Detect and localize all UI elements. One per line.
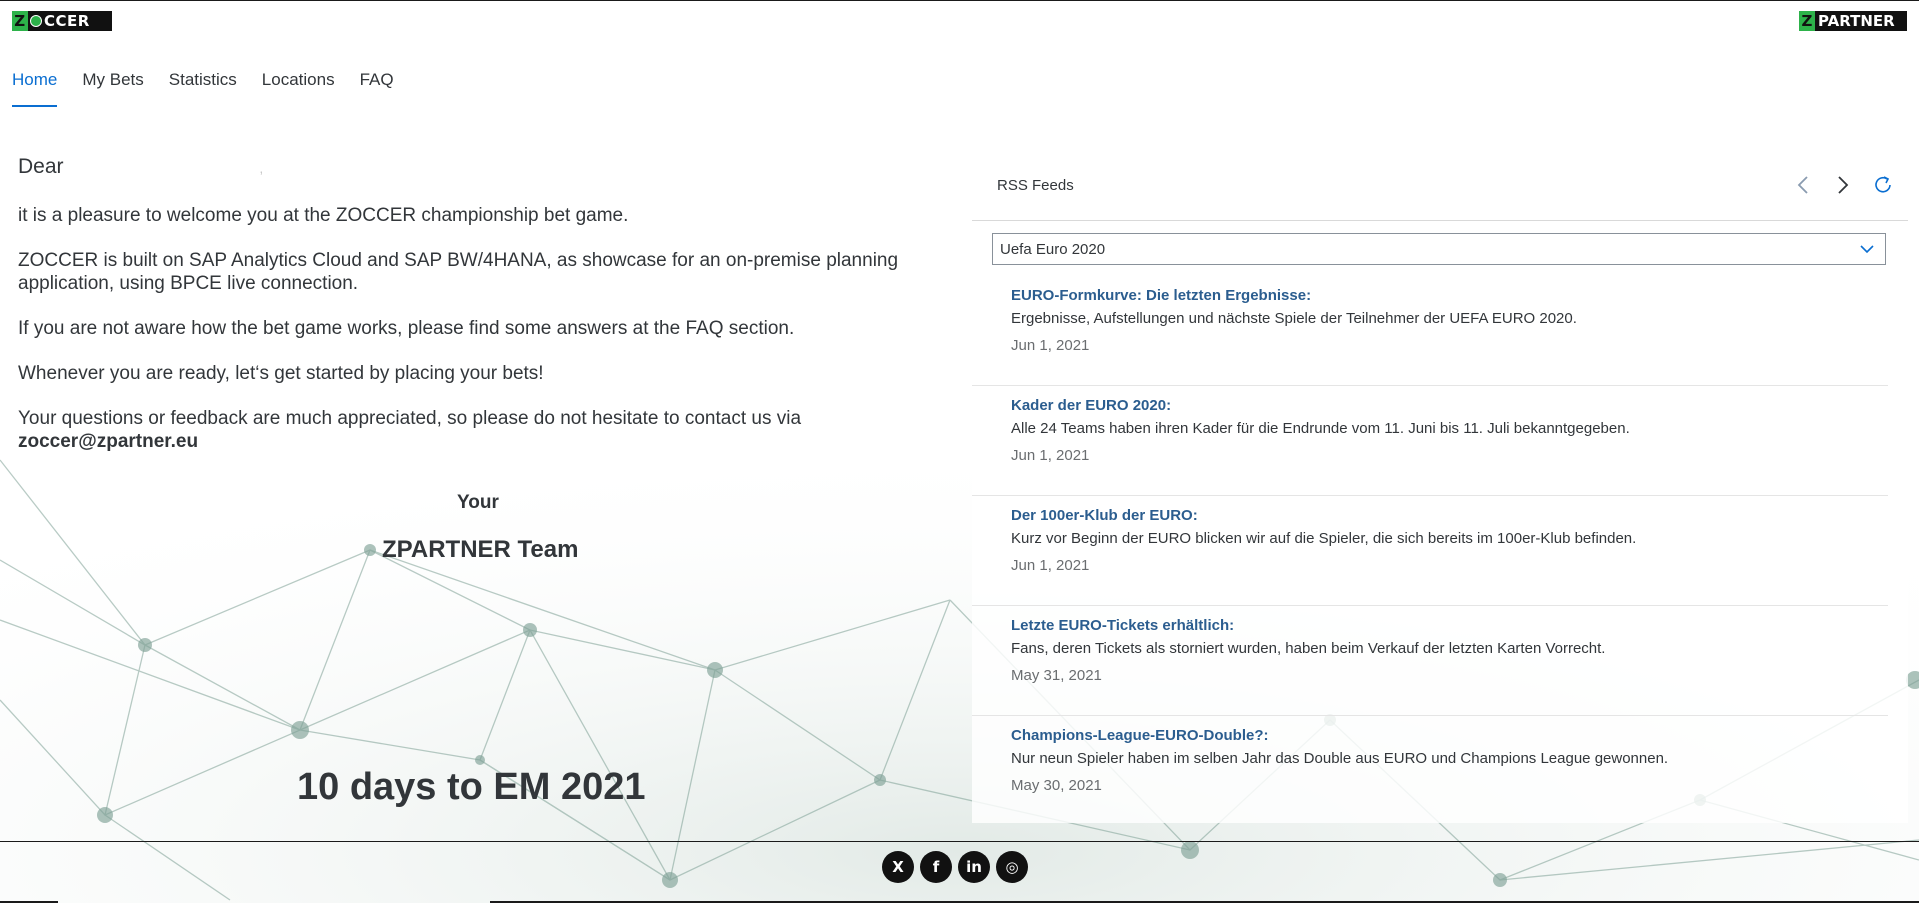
tab-my-bets[interactable]: My Bets <box>82 68 143 106</box>
rss-feeds-panel: RSS Feeds Uefa Euro 2020 EURO-Formkurve:… <box>972 160 1908 823</box>
tab-home[interactable]: Home <box>12 68 58 107</box>
feed-select[interactable]: Uefa Euro 2020 <box>992 233 1886 265</box>
feed-item-title[interactable]: Kader der EURO 2020: <box>1011 397 1888 414</box>
rss-controls <box>1792 174 1894 196</box>
zoccer-logo-z: Z <box>12 11 28 31</box>
tab-faq[interactable]: FAQ <box>360 68 394 106</box>
feed-item-title[interactable]: Letzte EURO-Tickets erhältlich: <box>1011 617 1888 634</box>
feed-item-date: Jun 1, 2021 <box>1011 447 1090 464</box>
feed-item-date: May 31, 2021 <box>1011 667 1102 684</box>
feed-item-description: Kurz vor Beginn der EURO blicken wir auf… <box>1011 530 1637 547</box>
linkedin-icon[interactable]: in <box>958 851 990 883</box>
footer-divider <box>0 841 1919 842</box>
feed-item-description: Alle 24 Teams haben ihren Kader für die … <box>1011 420 1630 437</box>
feed-item[interactable]: Der 100er-Klub der EURO: Kurz vor Beginn… <box>972 496 1888 606</box>
user-name-redacted <box>69 172 259 173</box>
zpartner-logo-text: PARTNER <box>1818 12 1895 30</box>
tab-locations[interactable]: Locations <box>262 68 335 106</box>
feed-item-description: Nur neun Spieler haben im selben Jahr da… <box>1011 750 1669 767</box>
feed-item-description: Ergebnisse, Aufstellungen und nächste Sp… <box>1011 310 1577 327</box>
feed-item[interactable]: Letzte EURO-Tickets erhältlich: Fans, de… <box>972 606 1888 716</box>
greeting-word: Dear <box>18 155 64 178</box>
feed-list: EURO-Formkurve: Die letzten Ergebnisse: … <box>972 276 1888 826</box>
social-links: X f in ◎ <box>882 851 1028 883</box>
facebook-icon[interactable]: f <box>920 851 952 883</box>
zoccer-logo-text: CCER <box>44 12 90 30</box>
feed-item-description: Fans, deren Tickets als storniert wurden… <box>1011 640 1606 657</box>
feed-item-date: Jun 1, 2021 <box>1011 557 1090 574</box>
feed-select-value: Uefa Euro 2020 <box>1000 241 1106 258</box>
feed-item-title[interactable]: Champions-League-EURO-Double?: <box>1011 727 1888 744</box>
welcome-paragraph-1: it is a pleasure to welcome you at the Z… <box>18 205 629 226</box>
contact-email-link[interactable]: zoccer@zpartner.eu <box>18 431 198 452</box>
top-border <box>0 0 1919 1</box>
chevron-left-icon <box>1797 176 1808 194</box>
signature-team: ZPARTNER Team <box>382 536 579 563</box>
welcome-paragraph-3: If you are not aware how the bet game wo… <box>18 318 795 339</box>
next-button[interactable] <box>1832 174 1854 196</box>
chevron-down-icon[interactable] <box>1857 239 1877 259</box>
contact-text: Your questions or feedback are much appr… <box>18 408 802 429</box>
zpartner-logo[interactable]: Z PARTNER <box>1799 11 1907 31</box>
feed-item[interactable]: Kader der EURO 2020: Alle 24 Teams haben… <box>972 386 1888 496</box>
countdown-text: 10 days to EM 2021 <box>297 766 646 808</box>
welcome-paragraph-4: Whenever you are ready, let‘s get starte… <box>18 363 544 384</box>
welcome-paragraph-5: Your questions or feedback are much appr… <box>18 407 938 453</box>
welcome-paragraph-2: ZOCCER is built on SAP Analytics Cloud a… <box>18 250 899 294</box>
football-icon <box>30 15 42 27</box>
refresh-button[interactable] <box>1872 174 1894 196</box>
main-nav: Home My Bets Statistics Locations FAQ <box>12 68 419 110</box>
refresh-icon <box>1875 176 1891 193</box>
feed-item-date: Jun 1, 2021 <box>1011 337 1090 354</box>
feed-item-title[interactable]: Der 100er-Klub der EURO: <box>1011 507 1888 524</box>
feed-item[interactable]: EURO-Formkurve: Die letzten Ergebnisse: … <box>972 276 1888 386</box>
footer: X f in ◎ <box>0 841 1919 903</box>
previous-button[interactable] <box>1792 174 1814 196</box>
rss-header: RSS Feeds <box>972 160 1908 221</box>
xing-icon[interactable]: X <box>882 851 914 883</box>
zpartner-logo-z: Z <box>1799 11 1815 31</box>
feed-item-date: May 30, 2021 <box>1011 777 1102 794</box>
greeting-suffix: , <box>259 160 264 176</box>
tab-statistics[interactable]: Statistics <box>169 68 237 106</box>
app-header: Z CCER Home My Bets Statistics Locations… <box>0 0 1919 112</box>
rss-title: RSS Feeds <box>997 177 1074 194</box>
instagram-icon[interactable]: ◎ <box>996 851 1028 883</box>
welcome-message: Dear , it is a pleasure to welcome you a… <box>18 155 938 475</box>
feed-item-title[interactable]: EURO-Formkurve: Die letzten Ergebnisse: <box>1011 287 1888 304</box>
signature-line-1: Your <box>457 492 499 513</box>
greeting: Dear , <box>18 155 938 179</box>
zoccer-logo[interactable]: Z CCER <box>12 11 112 31</box>
chevron-right-icon <box>1838 176 1849 194</box>
feed-item[interactable]: Champions-League-EURO-Double?: Nur neun … <box>972 716 1888 826</box>
